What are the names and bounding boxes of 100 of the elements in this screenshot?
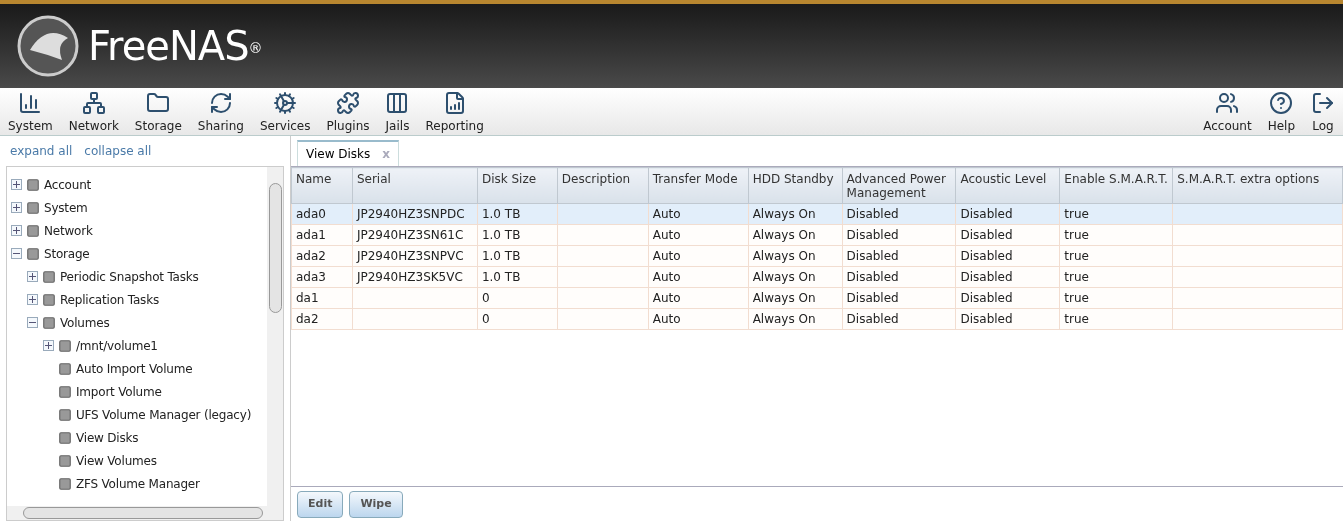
toolbar-button[interactable]: Network (60, 89, 127, 135)
column-header[interactable]: Acoustic Level (956, 167, 1060, 204)
toolbar-button[interactable]: Help (1259, 89, 1303, 135)
table-cell: da2 (296, 312, 319, 326)
toolbar-button[interactable]: Reporting (417, 89, 492, 135)
table-row[interactable]: ada0 JP2940HZ3SNPDC 1.0 TB Auto Always On Disabled Disabled true (291, 203, 1343, 225)
table-cell: Disabled (960, 291, 1013, 305)
node-icon (58, 361, 72, 376)
table-cell: Disabled (960, 270, 1013, 284)
horizontal-scrollbar[interactable] (7, 506, 283, 520)
tab[interactable]: View Disks x (297, 140, 400, 166)
expander-icon[interactable] (11, 248, 22, 259)
tree-item[interactable]: Auto Import Volume (76, 359, 193, 378)
bars-icon (385, 91, 410, 115)
table-cell: Auto (652, 312, 681, 326)
table-cell: JP2940HZ3SK5VC (356, 270, 463, 284)
table-cell: Disabled (960, 228, 1013, 242)
toolbar-button[interactable]: Services (251, 89, 319, 135)
table-cell: Disabled (960, 249, 1013, 263)
puzzle-icon (336, 91, 360, 115)
table-row[interactable]: ada1 JP2940HZ3SN61C 1.0 TB Auto Always On Disabled Disabled true (291, 224, 1343, 246)
toolbar-button[interactable]: Account (1195, 89, 1260, 135)
toolbar-button[interactable]: Storage (126, 89, 190, 135)
tree-item[interactable]: Import Volume (76, 382, 162, 401)
table-cell: 1.0 TB (481, 249, 521, 263)
logout-icon (1311, 91, 1335, 115)
tree-item[interactable]: Network (44, 221, 93, 240)
table-cell: 1.0 TB (481, 228, 521, 242)
column-header[interactable]: Enable S.M.A.R.T. (1059, 167, 1173, 204)
tree-item[interactable]: View Disks (76, 428, 139, 447)
table-cell: ada2 (296, 249, 326, 263)
table-cell: Disabled (846, 207, 899, 221)
brand-name: FreeNAS$^{®}$ (88, 22, 262, 71)
tree-item[interactable]: Periodic Snapshot Tasks (60, 267, 199, 286)
action-button[interactable]: Edit (297, 490, 344, 518)
node-icon (26, 246, 40, 261)
tree-item[interactable]: Replication Tasks (60, 290, 159, 309)
column-header[interactable]: HDD Standby (748, 167, 843, 204)
table-cell: true (1064, 249, 1089, 263)
node-icon (42, 292, 56, 307)
table-cell: Always On (752, 249, 816, 263)
column-header[interactable]: Serial (352, 167, 478, 204)
column-header[interactable]: Transfer Mode (648, 167, 749, 204)
table-row[interactable]: da1 0 Auto Always On Disabled Disabled true (291, 287, 1343, 309)
table-cell: Disabled (846, 270, 899, 284)
column-header[interactable]: Description (557, 167, 649, 204)
table-cell: ada1 (296, 228, 326, 242)
table-cell: 0 (481, 312, 490, 326)
action-button[interactable]: Wipe (349, 490, 403, 518)
expander-icon[interactable] (27, 317, 38, 328)
table-cell: 1.0 TB (481, 207, 521, 221)
table-cell: Always On (752, 291, 816, 305)
node-icon (58, 338, 72, 353)
node-icon (26, 200, 40, 215)
expander-icon[interactable] (11, 179, 22, 190)
tree-item[interactable]: ZFS Volume Manager (76, 474, 200, 493)
column-header[interactable]: Disk Size (477, 167, 558, 204)
table-cell: Auto (652, 228, 681, 242)
expander-icon[interactable] (27, 271, 38, 282)
table-row[interactable]: ada2 JP2940HZ3SNPVC 1.0 TB Auto Always On Disabled Disabled true (291, 245, 1343, 267)
table-row[interactable]: ada3 JP2940HZ3SK5VC 1.0 TB Auto Always On Disabled Disabled true (291, 266, 1343, 288)
column-header[interactable]: S.M.A.R.T. extra options (1172, 167, 1343, 204)
gears-icon (273, 91, 298, 115)
expander-icon[interactable] (11, 225, 22, 236)
node-icon (58, 430, 72, 445)
table-cell: JP2940HZ3SNPVC (356, 249, 464, 263)
tree-item[interactable]: /mnt/volume1 (76, 336, 158, 355)
table-cell: Disabled (846, 291, 899, 305)
node-icon (58, 407, 72, 422)
table-cell: Auto (652, 207, 681, 221)
table-cell: 1.0 TB (481, 270, 521, 284)
tree-item[interactable]: Account (44, 175, 92, 194)
node-icon (42, 269, 56, 284)
toolbar-button[interactable]: Jails (377, 89, 418, 135)
tree-item[interactable]: UFS Volume Manager (legacy) (76, 405, 252, 424)
tree-link[interactable]: expand all (10, 142, 73, 160)
tree-item[interactable]: System (44, 198, 88, 217)
column-header[interactable]: Name (291, 167, 353, 204)
expander-icon[interactable] (43, 340, 54, 351)
tree-item[interactable]: Volumes (60, 313, 110, 332)
vertical-scrollbar[interactable] (267, 167, 283, 506)
toolbar-button[interactable]: System (0, 89, 61, 135)
toolbar-button[interactable]: Sharing (189, 89, 252, 135)
table-cell: Always On (752, 270, 816, 284)
toolbar-button[interactable]: Log (1303, 89, 1343, 135)
table-cell: true (1064, 270, 1089, 284)
table-cell: Disabled (846, 228, 899, 242)
table-cell: true (1064, 228, 1089, 242)
column-header[interactable]: Advanced Power Management (842, 167, 956, 204)
shark-logo-icon (16, 14, 80, 78)
tree-item[interactable]: View Volumes (76, 451, 157, 470)
table-row[interactable]: da2 0 Auto Always On Disabled Disabled true (291, 308, 1343, 330)
expander-icon[interactable] (27, 294, 38, 305)
table-cell: Always On (752, 312, 816, 326)
network-icon (81, 91, 106, 115)
expander-icon[interactable] (11, 202, 22, 213)
tree-item[interactable]: Storage (44, 244, 90, 263)
table-cell: true (1064, 312, 1089, 326)
tree-link[interactable]: collapse all (84, 142, 152, 160)
toolbar-button[interactable]: Plugins (318, 89, 378, 135)
